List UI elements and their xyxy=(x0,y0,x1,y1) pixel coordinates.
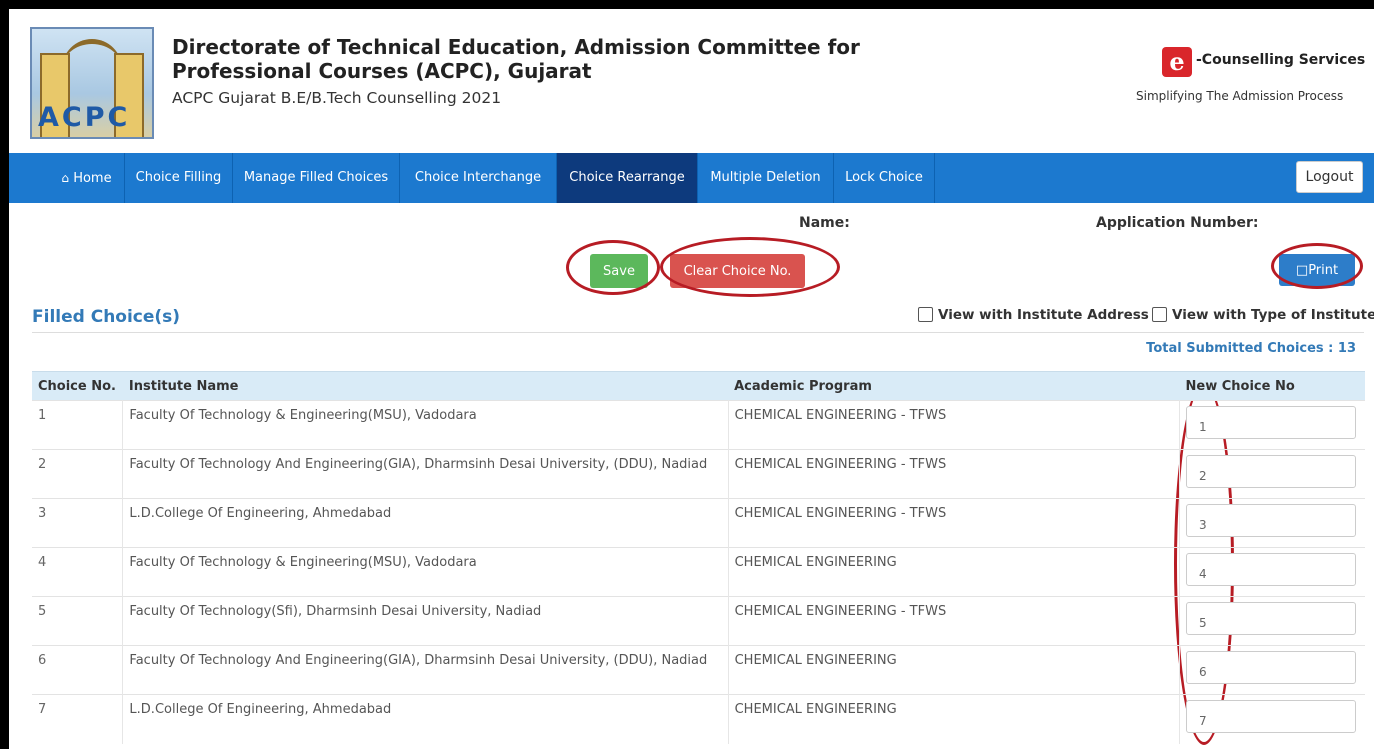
choice-no-cell: 1 xyxy=(32,400,124,450)
institute-name-cell: Faculty Of Technology & Engineering(MSU)… xyxy=(122,547,729,597)
new-choice-input[interactable] xyxy=(1186,406,1356,439)
new-choice-cell xyxy=(1179,694,1365,744)
table-row: 1 Faculty Of Technology & Engineering(MSU… xyxy=(32,400,1365,450)
col-institute-name: Institute Name xyxy=(122,371,729,401)
choice-no-cell: 7 xyxy=(32,694,124,744)
academic-program-cell: CHEMICAL ENGINEERING xyxy=(728,694,1181,744)
new-choice-input[interactable] xyxy=(1186,553,1356,586)
institute-name-cell: Faculty Of Technology & Engineering(MSU)… xyxy=(122,400,729,450)
academic-program-cell: CHEMICAL ENGINEERING - TFWS xyxy=(728,449,1181,499)
logout-button[interactable]: Logout xyxy=(1296,161,1363,193)
nav-lock-choice[interactable]: Lock Choice xyxy=(834,153,935,203)
name-label: Name: xyxy=(799,215,850,231)
table-row: 2 Faculty Of Technology And Engineering(G… xyxy=(32,449,1365,499)
divider xyxy=(32,332,1364,333)
choice-no-cell: 4 xyxy=(32,547,124,597)
academic-program-cell: CHEMICAL ENGINEERING - TFWS xyxy=(728,498,1181,548)
choice-no-cell: 5 xyxy=(32,596,124,646)
view-address-option[interactable]: View with Institute Address xyxy=(918,307,1149,323)
academic-program-cell: CHEMICAL ENGINEERING xyxy=(728,645,1181,695)
nav-home[interactable]: ⌂ Home xyxy=(49,153,125,203)
view-type-option[interactable]: View with Type of Institute xyxy=(1152,307,1374,323)
academic-program-cell: CHEMICAL ENGINEERING xyxy=(728,547,1181,597)
col-new-choice-no: New Choice No xyxy=(1179,371,1365,401)
nav-choice-filling[interactable]: Choice Filling xyxy=(125,153,233,203)
institute-name-cell: L.D.College Of Engineering, Ahmedabad xyxy=(122,498,729,548)
view-type-checkbox[interactable] xyxy=(1152,307,1167,322)
new-choice-input[interactable] xyxy=(1186,651,1356,684)
new-choice-cell xyxy=(1179,449,1365,499)
save-button[interactable]: Save xyxy=(590,254,648,288)
col-choice-no: Choice No. xyxy=(32,371,123,401)
academic-program-cell: CHEMICAL ENGINEERING - TFWS xyxy=(728,400,1181,450)
table-header-row: Choice No. Institute Name Academic Progr… xyxy=(32,371,1365,401)
site-title: Directorate of Technical Education, Admi… xyxy=(172,35,860,83)
institute-name-cell: Faculty Of Technology And Engineering(GI… xyxy=(122,645,729,695)
view-address-checkbox[interactable] xyxy=(918,307,933,322)
view-address-label: View with Institute Address xyxy=(938,307,1149,323)
clear-choice-button[interactable]: Clear Choice No. xyxy=(670,254,805,288)
new-choice-cell xyxy=(1179,498,1365,548)
new-choice-cell xyxy=(1179,400,1365,450)
new-choice-input[interactable] xyxy=(1186,455,1356,488)
ecounselling-mark: e xyxy=(1162,47,1192,77)
application-number-label: Application Number: xyxy=(1096,215,1259,231)
table-row: 3 L.D.College Of Engineering, Ahmedabad CH… xyxy=(32,498,1365,548)
choice-no-cell: 6 xyxy=(32,645,124,695)
print-button[interactable]: □Print xyxy=(1279,254,1355,286)
main-navbar: ⌂ Home Choice Filling Manage Filled Choi… xyxy=(9,153,1374,203)
col-academic-program: Academic Program xyxy=(728,371,1180,401)
table-row: 4 Faculty Of Technology & Engineering(MSU… xyxy=(32,547,1365,597)
choices-table: Choice No. Institute Name Academic Progr… xyxy=(32,371,1365,744)
acpc-logo: ACPC xyxy=(30,27,154,139)
institute-name-cell: Faculty Of Technology(Sfi), Dharmsinh De… xyxy=(122,596,729,646)
nav-choice-rearrange[interactable]: Choice Rearrange xyxy=(557,153,698,203)
choice-no-cell: 2 xyxy=(32,449,124,499)
filled-choices-title: Filled Choice(s) xyxy=(32,307,181,327)
logo-text: ACPC xyxy=(38,102,131,133)
page: ACPC Directorate of Technical Education,… xyxy=(9,9,1374,749)
nav-label: Home xyxy=(73,171,112,186)
choice-no-cell: 3 xyxy=(32,498,124,548)
academic-program-cell: CHEMICAL ENGINEERING - TFWS xyxy=(728,596,1181,646)
ecounselling-logo: e -Counselling Services Simplifying The … xyxy=(1133,47,1366,107)
institute-name-cell: Faculty Of Technology And Engineering(GI… xyxy=(122,449,729,499)
institute-name-cell: L.D.College Of Engineering, Ahmedabad xyxy=(122,694,729,744)
home-icon: ⌂ xyxy=(61,171,70,185)
table-row: 6 Faculty Of Technology And Engineering(G… xyxy=(32,645,1365,695)
site-header: ACPC Directorate of Technical Education,… xyxy=(9,9,1374,153)
new-choice-cell xyxy=(1179,645,1365,695)
new-choice-cell xyxy=(1179,596,1365,646)
ecounselling-name: -Counselling Services xyxy=(1196,52,1366,68)
table-row: 7 L.D.College Of Engineering, Ahmedabad CH… xyxy=(32,694,1365,744)
total-submitted-choices: Total Submitted Choices : 13 xyxy=(1146,341,1356,356)
new-choice-cell xyxy=(1179,547,1365,597)
new-choice-input[interactable] xyxy=(1186,504,1356,537)
site-subtitle: ACPC Gujarat B.E/B.Tech Counselling 2021 xyxy=(172,89,502,107)
nav-multiple-deletion[interactable]: Multiple Deletion xyxy=(698,153,834,203)
new-choice-input[interactable] xyxy=(1186,700,1356,733)
view-type-label: View with Type of Institute xyxy=(1172,307,1374,323)
ecounselling-tagline: Simplifying The Admission Process xyxy=(1136,89,1344,103)
table-row: 5 Faculty Of Technology(Sfi), Dharmsinh D… xyxy=(32,596,1365,646)
new-choice-input[interactable] xyxy=(1186,602,1356,635)
nav-manage-filled-choices[interactable]: Manage Filled Choices xyxy=(233,153,400,203)
nav-choice-interchange[interactable]: Choice Interchange xyxy=(400,153,557,203)
